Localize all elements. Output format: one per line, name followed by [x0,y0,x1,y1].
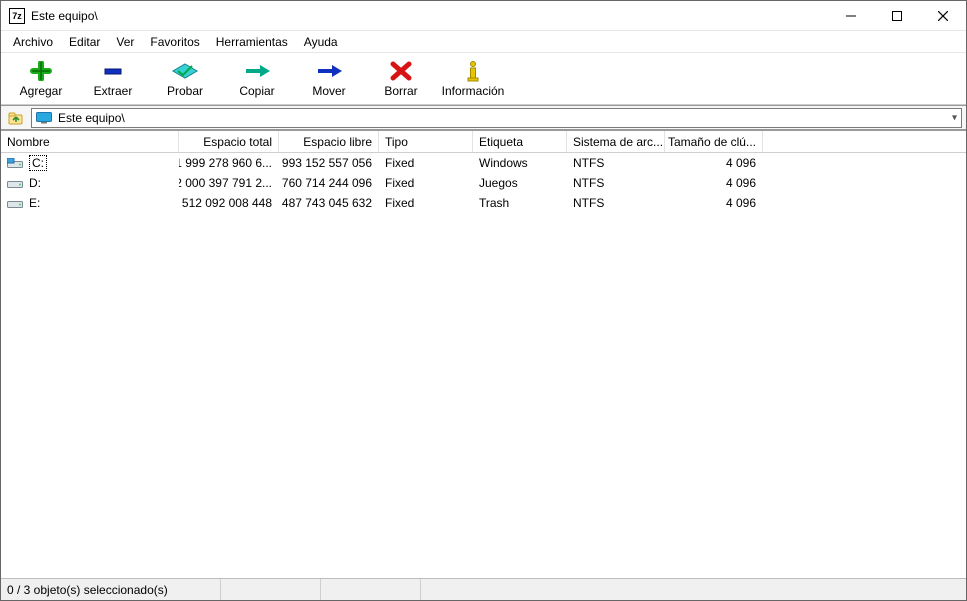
up-folder-icon [7,109,25,127]
column-header-name[interactable]: Nombre [1,131,179,152]
menu-ver[interactable]: Ver [108,33,142,51]
cell-type: Fixed [379,173,473,193]
drive-name: E: [29,196,40,210]
cell-type: Fixed [379,193,473,213]
menu-ayuda[interactable]: Ayuda [296,33,346,51]
add-icon [29,60,53,82]
status-cell-3 [321,579,421,600]
status-selection: 0 / 3 objeto(s) seleccionado(s) [1,579,221,600]
cell-cluster: 4 096 [665,193,763,213]
test-button[interactable]: Probar [149,55,221,103]
cell-total: 2 000 397 791 2... [179,173,279,193]
column-header-fs[interactable]: Sistema de arc... [567,131,665,152]
cell-label: Juegos [473,173,567,193]
list-body[interactable]: C: 1 999 278 960 6...993 152 557 056Fixed… [1,153,966,578]
computer-icon [36,112,52,124]
copy-icon [244,60,270,82]
info-label: Información [442,84,505,98]
drive-row[interactable]: C: 1 999 278 960 6...993 152 557 056Fixed… [1,153,966,173]
cell-cluster: 4 096 [665,153,763,173]
cell-free: 487 743 045 632 [279,193,379,213]
drive-icon [7,198,23,208]
path-text: Este equipo\ [58,111,125,125]
app-icon: 7z [9,8,25,24]
move-label: Mover [312,84,345,98]
drive-name: C: [29,155,47,171]
maximize-icon [892,11,902,21]
cell-total: 512 092 008 448 [179,193,279,213]
add-label: Agregar [20,84,63,98]
cell-free: 760 714 244 096 [279,173,379,193]
close-icon [938,11,948,21]
info-button[interactable]: Información [437,55,509,103]
column-header-type[interactable]: Tipo [379,131,473,152]
cell-fs: NTFS [567,173,665,193]
cell-type: Fixed [379,153,473,173]
status-bar: 0 / 3 objeto(s) seleccionado(s) [1,578,966,600]
menu-herramientas[interactable]: Herramientas [208,33,296,51]
minimize-button[interactable] [828,1,874,30]
drive-icon [7,178,23,188]
cell-label: Windows [473,153,567,173]
cell-cluster: 4 096 [665,173,763,193]
copy-label: Copiar [239,84,274,98]
drive-row[interactable]: E: 512 092 008 448487 743 045 632FixedTra… [1,193,966,213]
test-icon [172,60,198,82]
chevron-down-icon: ▾ [952,112,957,123]
close-button[interactable] [920,1,966,30]
status-cell-2 [221,579,321,600]
menu-favoritos[interactable]: Favoritos [142,33,207,51]
path-bar: Este equipo\ ▾ [1,105,966,131]
copy-button[interactable]: Copiar [221,55,293,103]
menu-editar[interactable]: Editar [61,33,108,51]
extract-icon [101,60,125,82]
window-controls [828,1,966,30]
menu-archivo[interactable]: Archivo [5,33,61,51]
delete-icon [390,60,412,82]
maximize-button[interactable] [874,1,920,30]
cell-total: 1 999 278 960 6... [179,153,279,173]
path-combo[interactable]: Este equipo\ ▾ [31,108,962,128]
cell-fs: NTFS [567,153,665,173]
move-button[interactable]: Mover [293,55,365,103]
extract-label: Extraer [94,84,133,98]
drive-icon [7,158,23,168]
move-icon [316,60,342,82]
window-title: Este equipo\ [31,9,98,23]
delete-label: Borrar [384,84,417,98]
drive-name: D: [29,176,41,190]
cell-free: 993 152 557 056 [279,153,379,173]
drive-row[interactable]: D: 2 000 397 791 2...760 714 244 096Fixed… [1,173,966,193]
info-icon [463,60,483,82]
cell-fs: NTFS [567,193,665,213]
menu-bar: ArchivoEditarVerFavoritosHerramientasAyu… [1,31,966,53]
toolbar: Agregar Extraer Probar Copiar Mover Borrar Inf… [1,53,966,105]
minimize-icon [846,11,856,21]
column-header-cluster[interactable]: Tamaño de clú... [665,131,763,152]
test-label: Probar [167,84,203,98]
delete-button[interactable]: Borrar [365,55,437,103]
column-header-free[interactable]: Espacio libre [279,131,379,152]
app-icon-text: 7z [12,11,22,21]
column-header-label[interactable]: Etiqueta [473,131,567,152]
cell-label: Trash [473,193,567,213]
column-header-total[interactable]: Espacio total [179,131,279,152]
status-cell-4 [421,579,966,600]
list-header: Nombre Espacio total Espacio libre Tipo … [1,131,966,153]
app-window: 7z Este equipo\ ArchivoEditarVerFavorito… [0,0,967,601]
add-button[interactable]: Agregar [5,55,77,103]
extract-button[interactable]: Extraer [77,55,149,103]
up-button[interactable] [5,108,27,128]
titlebar: 7z Este equipo\ [1,1,966,31]
